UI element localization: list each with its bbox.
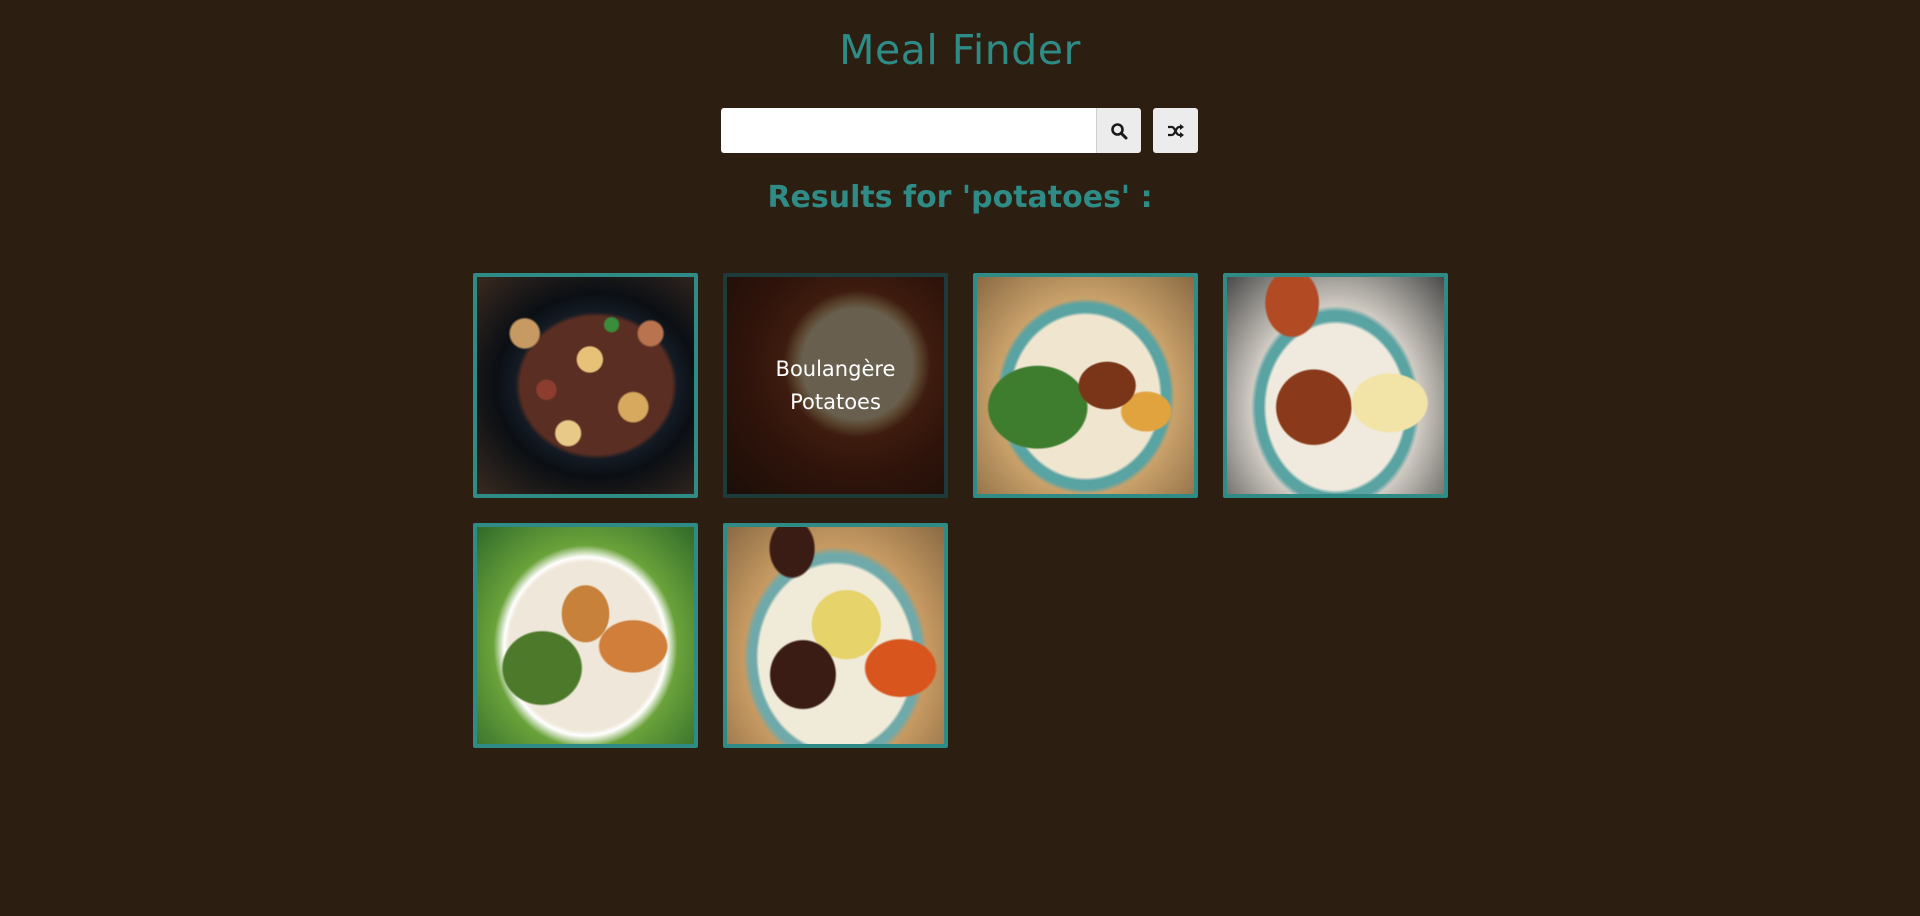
page-title: Meal Finder <box>839 26 1081 74</box>
search-form <box>721 108 1198 153</box>
meal-image <box>977 277 1194 494</box>
meal-image <box>727 527 944 744</box>
meal-card[interactable]: Boulangère Potatoes <box>723 273 948 498</box>
search-input[interactable] <box>721 108 1096 153</box>
meal-card[interactable] <box>973 273 1198 498</box>
meal-image <box>1227 277 1444 494</box>
shuffle-icon <box>1167 123 1184 138</box>
meal-image <box>477 527 694 744</box>
page: Meal Finder Results for 'potatoes' : Bou… <box>0 0 1920 916</box>
meals-grid: Boulangère Potatoes <box>473 273 1473 748</box>
meal-card[interactable] <box>473 273 698 498</box>
meal-card[interactable] <box>723 523 948 748</box>
meal-image <box>477 277 694 494</box>
search-button[interactable] <box>1096 108 1141 153</box>
meal-info-overlay: Boulangère Potatoes <box>727 277 944 494</box>
meal-name: Boulangère Potatoes <box>775 356 896 414</box>
random-meal-button[interactable] <box>1153 108 1198 153</box>
search-icon <box>1111 122 1128 139</box>
meal-card[interactable] <box>473 523 698 748</box>
results-heading: Results for 'potatoes' : <box>767 180 1153 215</box>
meal-card[interactable] <box>1223 273 1448 498</box>
